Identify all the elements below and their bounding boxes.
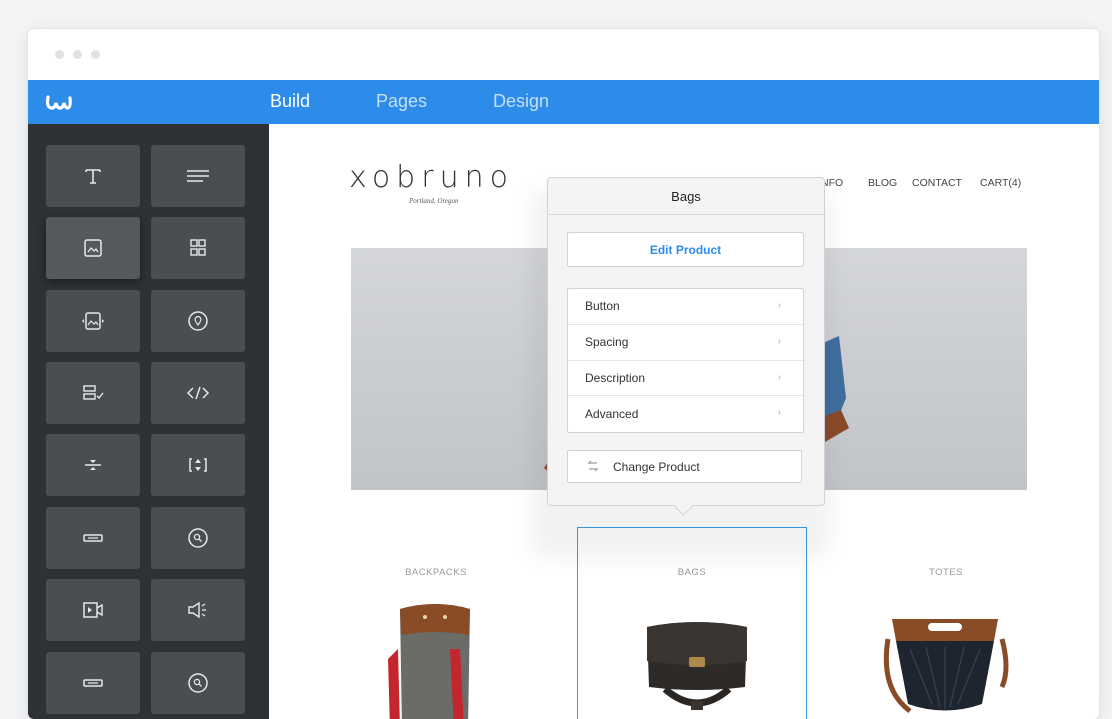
element-sidebar bbox=[28, 124, 269, 719]
search-icon bbox=[188, 528, 208, 548]
audio-icon bbox=[188, 601, 206, 619]
option-label: Spacing bbox=[585, 335, 629, 350]
product-settings-popup: Bags Edit Product Button › Spacing › Des… bbox=[547, 177, 825, 506]
embed-code-icon bbox=[186, 386, 210, 400]
option-label: Button bbox=[585, 299, 620, 314]
search-icon bbox=[188, 673, 208, 693]
gallery-icon bbox=[190, 239, 206, 256]
window-dot[interactable] bbox=[55, 50, 64, 59]
change-product-label: Change Product bbox=[613, 459, 700, 474]
button-element-tile[interactable] bbox=[46, 507, 140, 569]
weebly-logo-icon[interactable] bbox=[44, 89, 72, 115]
search-element-tile[interactable] bbox=[151, 507, 245, 569]
image-element-tile[interactable] bbox=[46, 217, 140, 279]
edit-product-button[interactable]: Edit Product bbox=[567, 232, 804, 267]
image-icon bbox=[84, 239, 102, 257]
button-icon bbox=[83, 679, 103, 687]
tab-build[interactable]: Build bbox=[270, 91, 310, 112]
spacer-icon bbox=[189, 458, 207, 472]
option-label: Advanced bbox=[585, 407, 639, 422]
site-nav-contact[interactable]: CONTACT bbox=[912, 177, 962, 189]
option-label: Description bbox=[585, 370, 646, 385]
category-title-backpacks: BACKPACKS bbox=[405, 567, 467, 578]
title-icon bbox=[85, 169, 101, 184]
messenger-bag-product-image[interactable] bbox=[637, 609, 757, 719]
site-nav-cart[interactable]: CART(4) bbox=[980, 177, 1021, 189]
option-advanced[interactable]: Advanced › bbox=[568, 396, 803, 432]
chevron-right-icon: › bbox=[777, 407, 781, 419]
top-nav-bar: Build Pages Design bbox=[28, 80, 1099, 124]
chevron-right-icon: › bbox=[777, 300, 781, 311]
tab-design[interactable]: Design bbox=[493, 91, 549, 112]
swap-icon bbox=[587, 460, 599, 472]
tote-product-image[interactable] bbox=[870, 609, 1020, 719]
audio-element-tile[interactable] bbox=[151, 579, 245, 641]
site-tagline: Portland, Oregon bbox=[409, 197, 459, 205]
divider-element-tile[interactable] bbox=[46, 434, 140, 496]
title-bar bbox=[28, 29, 1099, 80]
spacer-element-tile[interactable] bbox=[151, 434, 245, 496]
chevron-right-icon: › bbox=[777, 371, 781, 383]
button-icon bbox=[83, 534, 103, 542]
form-element-tile[interactable] bbox=[46, 362, 140, 424]
chevron-right-icon: › bbox=[777, 335, 781, 347]
gallery-element-tile[interactable] bbox=[151, 217, 245, 279]
map-icon bbox=[188, 311, 208, 331]
option-description[interactable]: Description › bbox=[568, 361, 803, 397]
search-element-tile[interactable] bbox=[151, 652, 245, 714]
window-dot[interactable] bbox=[91, 50, 100, 59]
backpack-product-image[interactable] bbox=[380, 589, 490, 719]
video-element-tile[interactable] bbox=[46, 579, 140, 641]
settings-options-list: Button › Spacing › Description › Advance… bbox=[567, 288, 804, 433]
window-dot[interactable] bbox=[73, 50, 82, 59]
form-icon bbox=[83, 385, 104, 400]
text-element-tile[interactable] bbox=[151, 145, 245, 207]
tab-pages[interactable]: Pages bbox=[376, 91, 427, 112]
site-nav-blog[interactable]: BLOG bbox=[868, 177, 897, 189]
change-product-button[interactable]: Change Product bbox=[567, 450, 802, 483]
video-icon bbox=[83, 602, 103, 618]
map-element-tile[interactable] bbox=[151, 290, 245, 352]
text-icon bbox=[187, 170, 209, 182]
option-button[interactable]: Button › bbox=[568, 289, 803, 325]
divider-icon bbox=[85, 460, 101, 470]
embed-code-element-tile[interactable] bbox=[151, 362, 245, 424]
category-title-totes: TOTES bbox=[929, 567, 963, 578]
popup-title: Bags bbox=[548, 178, 824, 215]
button-element-tile[interactable] bbox=[46, 652, 140, 714]
slideshow-icon bbox=[82, 312, 104, 330]
site-logo[interactable]: xobruno bbox=[349, 160, 514, 195]
option-spacing[interactable]: Spacing › bbox=[568, 325, 803, 361]
slideshow-element-tile[interactable] bbox=[46, 290, 140, 352]
title-element-tile[interactable] bbox=[46, 145, 140, 207]
